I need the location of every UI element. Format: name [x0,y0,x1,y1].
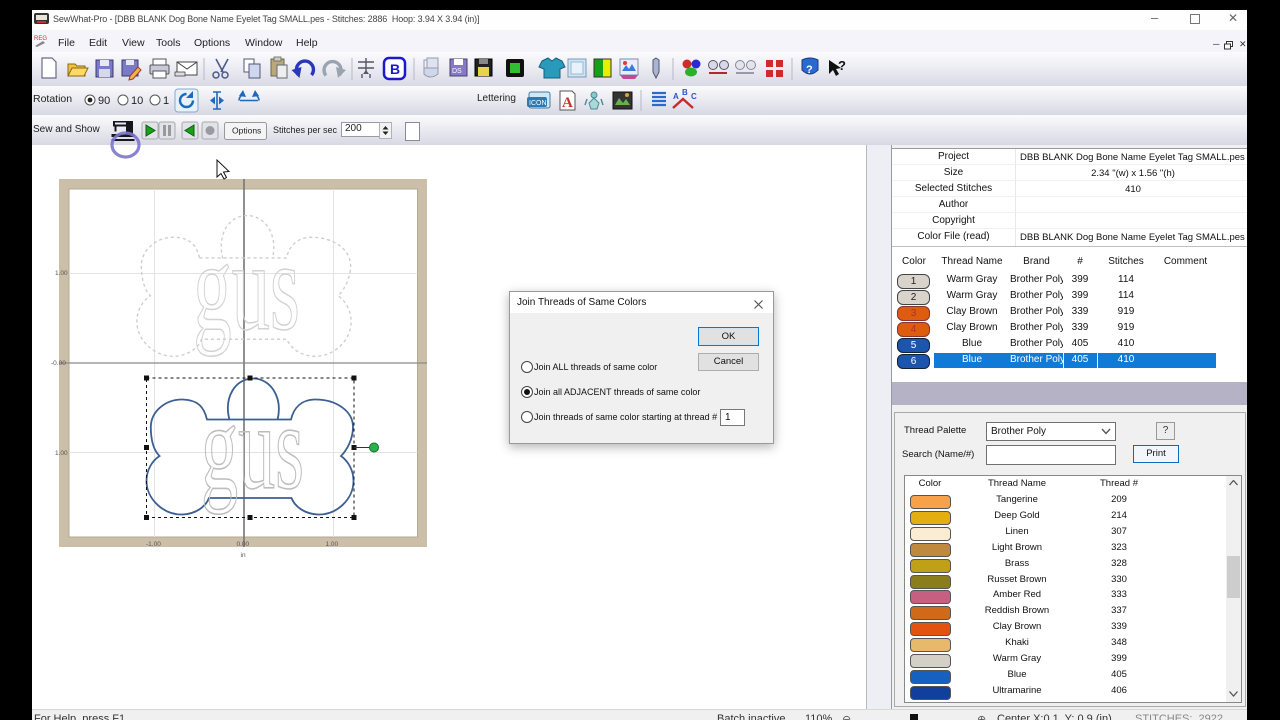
svg-text:ICON: ICON [529,100,547,107]
svg-text:?: ? [838,58,846,73]
svg-text:?: ? [806,64,813,76]
svg-text:-0.00: -0.00 [51,360,66,367]
svg-text:in: in [241,552,246,559]
svg-text:B: B [390,61,400,77]
svg-text:gus: gus [201,380,304,515]
svg-text:1.00: 1.00 [55,450,68,457]
svg-text:1.00: 1.00 [326,541,339,548]
svg-text:REG: REG [34,36,47,42]
svg-text:gus: gus [193,217,300,357]
svg-text:DS: DS [452,68,462,75]
svg-text:1: 1 [163,95,169,107]
svg-text:B: B [682,88,688,97]
svg-text:10: 10 [131,95,143,107]
svg-text:A: A [673,92,679,101]
svg-text:1.00: 1.00 [55,270,68,277]
svg-text:90: 90 [98,95,110,107]
svg-text:-1.00: -1.00 [146,541,161,548]
svg-text:0.00: 0.00 [237,541,250,548]
svg-text:A: A [562,95,573,111]
svg-text:C: C [691,92,697,101]
